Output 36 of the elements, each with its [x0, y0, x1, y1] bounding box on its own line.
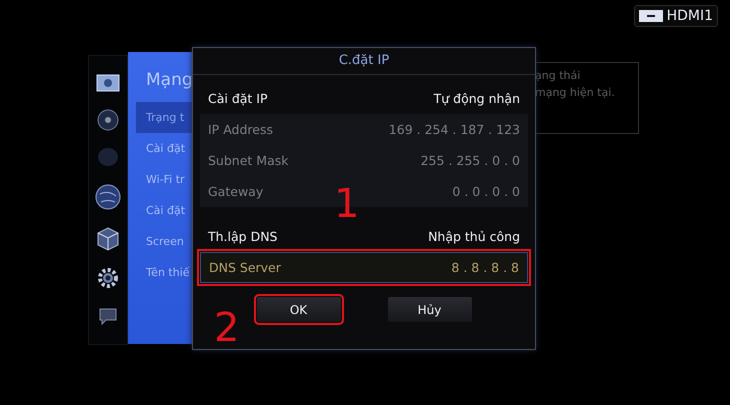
setting-label: Gateway — [208, 184, 264, 199]
info-text: mạng hiện tại. — [535, 85, 616, 101]
setting-value: Tự động nhận — [434, 91, 520, 106]
setting-label: Cài đặt IP — [208, 91, 268, 106]
menu-item[interactable]: Tên thiế — [128, 257, 190, 288]
cancel-button[interactable]: Hủy — [388, 297, 472, 322]
chat-icon[interactable] — [98, 306, 118, 326]
setting-row[interactable]: Th.lập DNS Nhập thủ công — [200, 221, 528, 252]
setting-value: 0 . 0 . 0 . 0 — [452, 184, 520, 199]
menu-item[interactable]: Wi-Fi tr — [128, 164, 185, 195]
source-label: HDMI1 — [666, 8, 713, 24]
ok-button[interactable]: OK — [256, 297, 340, 322]
menu-item[interactable]: Cài đặt — [128, 133, 186, 164]
step-number: 2 — [214, 308, 240, 348]
setting-row[interactable]: DNS Server 8 . 8 . 8 . 8 — [200, 252, 528, 283]
setting-value: 169 . 254 . 187 . 123 — [388, 122, 520, 137]
globe-icon[interactable] — [95, 184, 121, 210]
info-text: ạng thái — [535, 68, 582, 84]
setting-label: IP Address — [208, 122, 273, 137]
setting-value: 255 . 255 . 0 . 0 — [420, 153, 520, 168]
menu-item[interactable]: Cài đặt — [128, 195, 186, 226]
menu-title: Mạng — [145, 70, 192, 90]
setting-value: Nhập thủ công — [428, 229, 520, 244]
setting-value: 8 . 8 . 8 . 8 — [451, 260, 519, 275]
disc-icon[interactable] — [97, 108, 119, 131]
picture-icon[interactable] — [96, 74, 120, 92]
settings-icon[interactable] — [97, 267, 119, 290]
cube-icon[interactable] — [97, 226, 119, 251]
menu-item[interactable]: Screen — [128, 226, 184, 257]
setting-label: DNS Server — [209, 260, 281, 275]
setting-label: Th.lập DNS — [208, 229, 278, 244]
menu-item[interactable]: Trạng t — [136, 102, 192, 133]
dialog-title: C.đặt IP — [338, 52, 390, 70]
setting-row[interactable]: Cài đặt IP Tự động nhận — [200, 83, 528, 114]
setting-label: Subnet Mask — [208, 153, 288, 168]
input-source-icon — [638, 10, 663, 22]
